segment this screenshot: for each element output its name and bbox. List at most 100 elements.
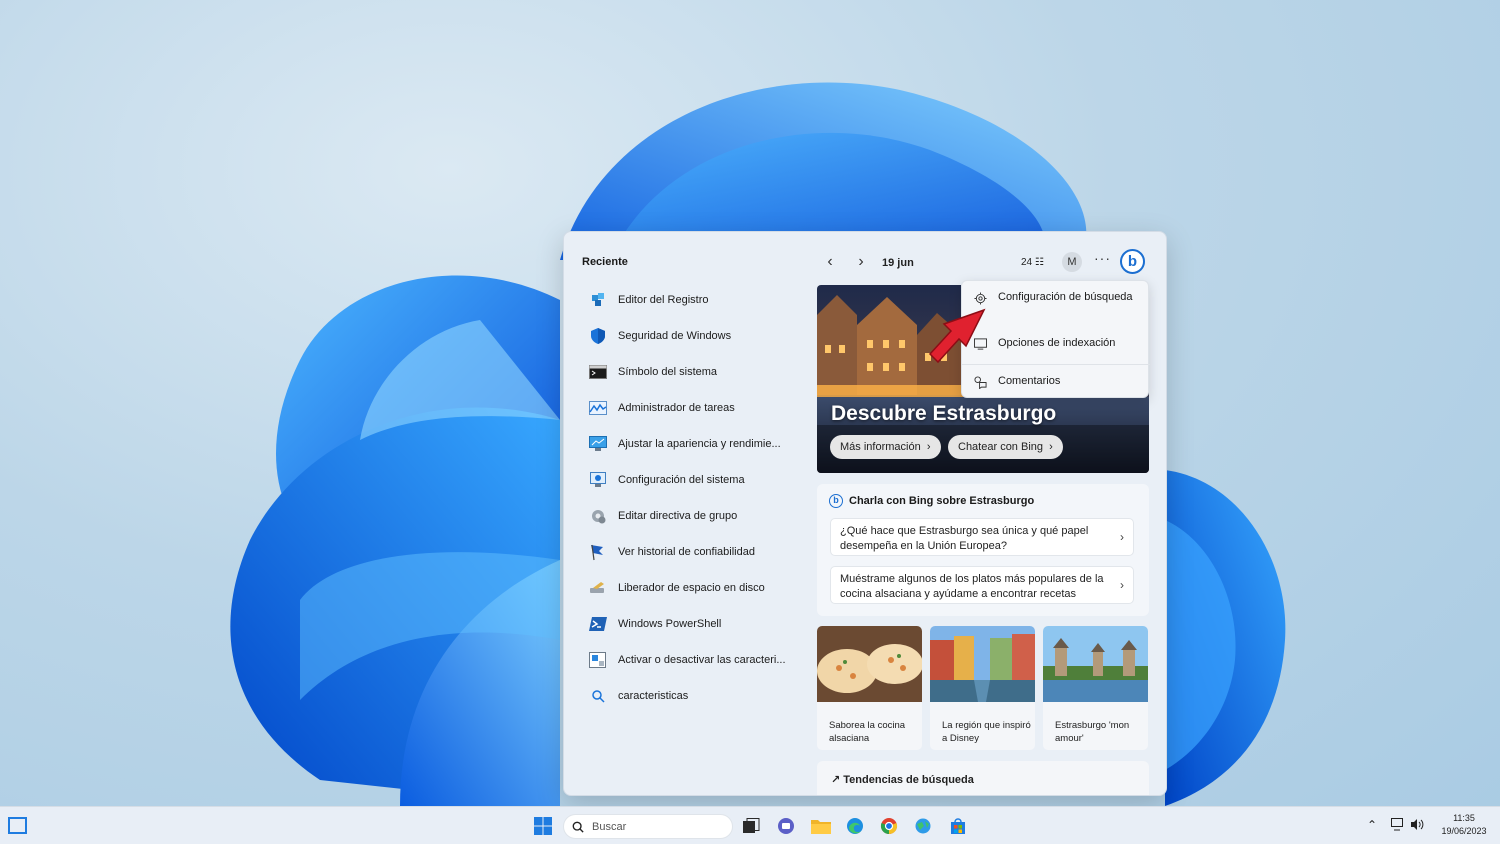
annotation-arrow-icon [928,308,986,364]
thumbnail-card[interactable]: Estrasburgo 'mon amour' [1043,626,1148,750]
windows-features-icon [588,651,608,669]
thumbnail-caption: La región que inspiró a Disney [942,720,1031,744]
options-context-menu: Configuración de búsqueda Opciones de in… [961,280,1150,398]
network-icon[interactable] [1391,818,1405,834]
bing-chat-card: b Charla con Bing sobre Estrasburgo ¿Qué… [817,484,1149,616]
recent-item-command-prompt[interactable]: Símbolo del sistema [588,354,798,390]
teams-chat-icon[interactable] [776,816,796,836]
taskbar-clock[interactable]: 11:35 19/06/2023 [1437,812,1491,838]
account-avatar[interactable]: M [1062,252,1082,272]
bing-button[interactable]: b [1120,249,1145,274]
chevron-right-icon: › [1046,441,1053,453]
menu-item-label: Comentarios [998,375,1061,387]
recent-item-windows-features[interactable]: Activar o desactivar las caracteri... [588,642,798,678]
disk-cleanup-icon [588,579,608,597]
recent-list: Editor del Registro Seguridad de Windows… [588,282,798,714]
task-manager-icon [588,399,608,417]
thumbnail-caption: Saborea la cocina alsaciana [829,720,906,744]
network-globe-icon[interactable] [913,816,933,836]
reliability-icon [588,543,608,561]
thumbnail-card[interactable]: Saborea la cocina alsaciana [817,626,922,750]
recent-item-label: Ajustar la apariencia y rendimie... [618,438,781,450]
volume-icon[interactable] [1410,818,1424,834]
chat-with-bing-button[interactable]: Chatear con Bing › [948,435,1063,459]
trending-title-text: Tendencias de búsqueda [843,774,974,786]
chat-suggestion-text: ¿Qué hace que Estrasburgo sea única y qu… [840,525,1089,552]
clock-date: 19/06/2023 [1441,826,1487,836]
start-button[interactable] [533,816,553,836]
menu-item-indexing-options[interactable]: Opciones de indexación [962,336,1150,351]
chevron-right-icon: › [1120,530,1124,544]
more-info-label: Más información [840,441,921,453]
recent-item-label: Ver historial de confiabilidad [618,546,755,558]
bing-chat-title: b Charla con Bing sobre Estrasburgo [829,494,1034,508]
recent-heading: Reciente [582,256,628,268]
recent-item-disk-cleanup[interactable]: Liberador de espacio en disco [588,570,798,606]
recent-item-label: Seguridad de Windows [618,330,732,342]
menu-item-label: Configuración de búsqueda [998,291,1133,303]
chat-suggestion[interactable]: Muéstrame algunos de los platos más popu… [830,566,1134,604]
hero-title: Descubre Estrasburgo [831,402,1057,425]
gear-icon [962,290,998,305]
shield-icon [588,327,608,345]
taskbar: Buscar ⌃ 11:35 19/06/2023 [0,806,1500,844]
rewards-points[interactable]: 24 ☷ [1021,257,1044,268]
recent-item-label: Liberador de espacio en disco [618,582,765,594]
thumbnail-image-towers [1043,626,1148,702]
widgets-icon[interactable] [8,817,27,834]
trending-title: ↗ Tendencias de búsqueda [831,773,974,786]
menu-item-feedback[interactable]: Comentarios [962,374,1150,389]
bing-icon: b [829,494,843,508]
clock-time: 11:35 [1453,813,1475,823]
menu-separator [962,364,1150,365]
search-flyout: Reciente Editor del Registro Seguridad d… [563,231,1167,796]
file-explorer-icon[interactable] [811,816,831,836]
recent-item-task-manager[interactable]: Administrador de tareas [588,390,798,426]
recent-item-label: Administrador de tareas [618,402,735,414]
rewards-points-value: 24 [1021,257,1033,268]
chat-suggestion[interactable]: ¿Qué hace que Estrasburgo sea única y qu… [830,518,1134,556]
recent-item-windows-security[interactable]: Seguridad de Windows [588,318,798,354]
chevron-right-icon: › [923,441,931,453]
thumbnail-caption: Estrasburgo 'mon amour' [1055,720,1130,744]
bing-chat-title-text: Charla con Bing sobre Estrasburgo [849,495,1035,507]
recent-item-system-config[interactable]: Configuración del sistema [588,462,798,498]
taskbar-search-box[interactable]: Buscar [563,814,733,839]
chat-suggestion-text: Muéstrame algunos de los platos más popu… [840,573,1104,600]
date-label: 19 jun [882,257,914,269]
system-config-icon [588,471,608,489]
edge-browser-icon[interactable] [845,816,865,836]
powershell-icon [588,615,608,633]
recent-item-label: Windows PowerShell [618,618,722,630]
recent-item-search-term[interactable]: caracteristicas [588,678,798,714]
chevron-right-icon[interactable]: › [853,254,869,270]
recent-item-label: Editar directiva de grupo [618,510,738,522]
thumbnail-card[interactable]: La región que inspiró a Disney [930,626,1035,750]
chrome-browser-icon[interactable] [879,816,899,836]
trending-searches-card: ↗ Tendencias de búsqueda [817,761,1149,795]
recent-item-registry-editor[interactable]: Editor del Registro [588,282,798,318]
chevron-up-icon[interactable]: ⌃ [1367,818,1377,832]
recent-item-reliability[interactable]: Ver historial de confiabilidad [588,534,798,570]
more-options-button[interactable]: ··· [1094,250,1111,266]
chevron-left-icon[interactable]: ‹ [822,254,838,270]
recent-item-label: Símbolo del sistema [618,366,718,378]
recent-item-group-policy[interactable]: Editar directiva de grupo [588,498,798,534]
more-info-button[interactable]: Más información › [830,435,941,459]
menu-item-label: Opciones de indexación [998,337,1116,349]
group-policy-icon [588,507,608,525]
search-icon [588,687,608,705]
store-icon[interactable] [948,816,968,836]
chevron-right-icon: › [1120,578,1124,592]
thumbnail-image-food [817,626,922,702]
recent-item-label: Editor del Registro [618,294,709,306]
search-placeholder: Buscar [592,820,627,833]
task-view-icon[interactable] [741,816,761,836]
search-icon [572,821,584,833]
recent-item-performance[interactable]: Ajustar la apariencia y rendimie... [588,426,798,462]
feedback-icon [962,374,998,389]
chat-with-bing-label: Chatear con Bing [958,441,1043,453]
recent-item-powershell[interactable]: Windows PowerShell [588,606,798,642]
menu-item-search-settings[interactable]: Configuración de búsqueda [962,290,1150,305]
recent-item-label: caracteristicas [618,690,689,702]
